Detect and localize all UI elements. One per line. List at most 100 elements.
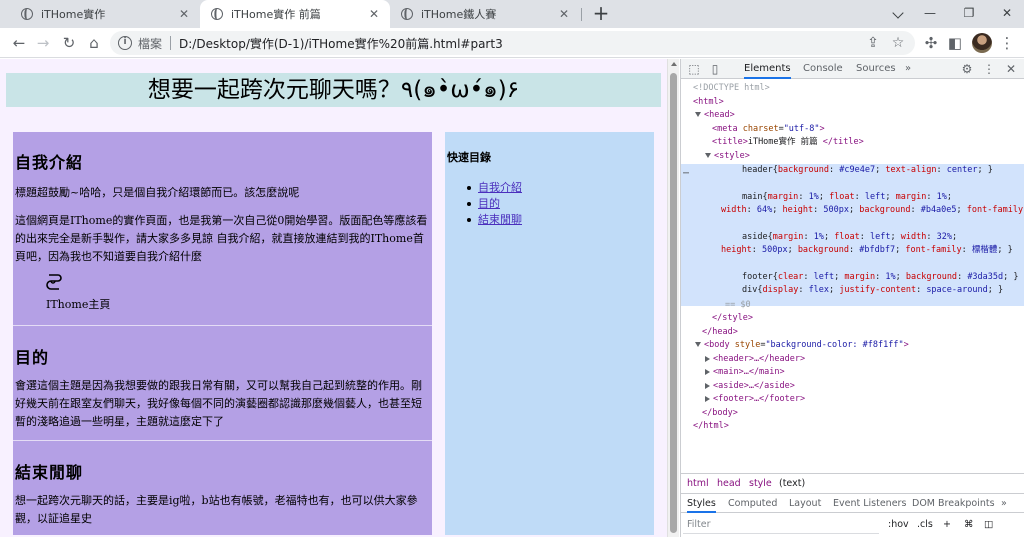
browser-tab-1[interactable]: iTHome實作 ✕ (10, 0, 200, 28)
css-rule-header[interactable]: header{background: #c9e4e7; text-align: … (742, 164, 993, 178)
page-scrollbar[interactable] (667, 59, 679, 537)
html-line[interactable]: <html> (693, 96, 724, 110)
toc-link-intro[interactable]: 自我介紹 (467, 180, 522, 196)
kebab-menu-icon[interactable]: ⋮ (981, 61, 997, 77)
sidebar-icon[interactable]: ◧ (944, 32, 966, 54)
tab-console[interactable]: Console (803, 59, 843, 79)
child-node-footer[interactable]: <footer>…</footer> (705, 393, 805, 407)
browser-tab-2[interactable]: iTHome實作 前篇 ✕ (200, 0, 390, 28)
maximize-button[interactable]: ❐ (956, 3, 982, 23)
style-close-line[interactable]: </style> (712, 312, 753, 326)
dollar-zero: == $0 (725, 300, 751, 310)
page-aside: 快速目錄 自我介紹 目的 結束閒聊 (445, 132, 654, 535)
scroll-up-icon[interactable] (671, 62, 677, 66)
avatar[interactable] (972, 33, 992, 53)
css-rule-div[interactable]: div{display: flex; justify-content: spac… (742, 284, 1003, 298)
head-close-line[interactable]: </head> (702, 326, 738, 340)
head-line[interactable]: <head> (695, 109, 735, 123)
expand-triangle-icon[interactable] (695, 112, 701, 117)
style-line[interactable]: <style> (705, 150, 750, 164)
attr-name: charset (742, 124, 779, 134)
close-tab-icon[interactable]: ✕ (557, 7, 571, 21)
body-line[interactable]: <body style="background-color: #f8f1ff"> (695, 339, 909, 353)
reload-button[interactable]: ↻ (58, 32, 80, 54)
scrollbar-thumb[interactable] (670, 73, 677, 533)
expand-triangle-icon[interactable] (695, 342, 701, 347)
close-icon[interactable]: ✕ (1003, 61, 1019, 77)
body-close-line[interactable]: </body> (702, 407, 738, 421)
device-toolbar-icon[interactable]: ▯ (707, 61, 723, 77)
breadcrumb-text[interactable]: (text) (779, 474, 805, 493)
url-text[interactable]: D:/Desktop/實作(D-1)/iTHome實作%20前篇.html#pa… (179, 35, 503, 52)
collapse-triangle-icon[interactable] (705, 368, 710, 375)
css-rule-aside[interactable]: aside{margin: 1%; float: left; width: 32… (742, 231, 957, 245)
attr-value: "background-color: #f8f1ff" (765, 340, 904, 350)
breadcrumb-html[interactable]: html (687, 474, 709, 493)
toggle-sidebar-icon[interactable]: ◫ (984, 519, 993, 530)
subtab-styles[interactable]: Styles (687, 494, 716, 513)
css-rule-main-cont[interactable]: width: 64%; height: 500px; background: #… (721, 204, 1024, 218)
meta-line[interactable]: <meta charset="utf-8"> (712, 123, 825, 137)
browser-tab-3[interactable]: iTHome鐵人賽 ✕ (390, 0, 580, 28)
tab-search-button[interactable] (885, 3, 911, 23)
menu-icon[interactable]: ⋮ (996, 32, 1018, 54)
ithome-logo-icon[interactable] (46, 273, 62, 291)
globe-icon (210, 7, 224, 21)
tab-sources[interactable]: Sources (856, 59, 896, 79)
close-window-button[interactable]: ✕ (994, 3, 1020, 23)
inspect-icon[interactable]: ⬚ (686, 61, 702, 77)
minimize-button[interactable]: — (917, 3, 943, 23)
title-line[interactable]: <title>iTHome實作 前篇 </title> (712, 136, 864, 150)
css-rule-main[interactable]: main{margin: 1%; float: left; margin: 1%… (742, 191, 952, 205)
breadcrumb-head[interactable]: head (717, 474, 741, 493)
expand-triangle-icon[interactable] (705, 153, 711, 158)
section-text: 標題超鼓勵~哈哈，只是個自我介紹環節而已。該怎麼說呢 (15, 186, 300, 199)
cls-toggle[interactable]: .cls (917, 519, 933, 530)
doctype-line[interactable]: <!DOCTYPE html> (693, 82, 770, 96)
more-subtabs-button[interactable]: » (1001, 494, 1007, 513)
breadcrumb-style[interactable]: style (749, 474, 772, 493)
css-rule-aside-cont[interactable]: height: 500px; background: #bfdbf7; font… (721, 244, 1013, 258)
child-node-header[interactable]: <header>…</header> (705, 353, 805, 367)
forward-button[interactable]: → (32, 32, 54, 54)
tag: meta (717, 124, 738, 134)
tab-title: iTHome鐵人賽 (421, 8, 497, 21)
css-rule-footer[interactable]: footer{clear: left; margin: 1%; backgrou… (742, 271, 1019, 285)
section-text: 這個網頁是IThome的實作頁面，也是我第一次自己從0開始學習。版面配色等應該看… (15, 214, 428, 263)
subtab-event-listeners[interactable]: Event Listeners (833, 494, 906, 513)
new-rule-button[interactable]: + (943, 519, 951, 530)
address-bar[interactable]: i 檔案 D:/Desktop/實作(D-1)/iTHome實作%20前篇.ht… (110, 31, 915, 55)
info-icon[interactable]: i (118, 36, 132, 50)
child-node-aside[interactable]: <aside>…</aside> (705, 380, 795, 394)
filter-input[interactable] (683, 517, 879, 534)
subtab-computed[interactable]: Computed (728, 494, 777, 513)
gear-icon[interactable]: ⚙ (959, 61, 975, 77)
new-tab-button[interactable]: + (590, 3, 612, 25)
back-button[interactable]: ← (8, 32, 30, 54)
star-icon[interactable]: ☆ (887, 31, 909, 55)
node-actions-icon[interactable]: ⋯ (683, 167, 689, 181)
collapse-triangle-icon[interactable] (705, 382, 710, 389)
home-button[interactable]: ⌂ (83, 32, 105, 54)
child-node-main[interactable]: <main>…</main> (705, 366, 785, 380)
share-icon[interactable]: ⇪ (862, 31, 884, 55)
html-close-line[interactable]: </html> (693, 420, 729, 434)
collapse-triangle-icon[interactable] (705, 355, 710, 362)
page-header: 想要一起跨次元聊天嗎？٩(๑•̀ω•́๑)۶ (6, 73, 661, 107)
toc-link-closing[interactable]: 結束閒聊 (467, 212, 522, 228)
section-purpose: 目的 會選這個主題是因為我想要做的跟我日常有關，又可以幫我自己起到統整的作用。剛… (13, 326, 432, 441)
subtab-layout[interactable]: Layout (789, 494, 821, 513)
page-main: 自我介紹 標題超鼓勵~哈哈，只是個自我介紹環節而已。該怎麼說呢 這個網頁是ITh… (13, 132, 432, 535)
styles-tabbar: Styles Computed Layout Event Listeners D… (681, 493, 1024, 513)
hov-toggle[interactable]: :hov (888, 519, 909, 530)
subtab-dom-breakpoints[interactable]: DOM Breakpoints (912, 494, 995, 513)
extensions-icon[interactable]: ✣ (920, 32, 942, 54)
tab-elements[interactable]: Elements (744, 59, 791, 79)
ithome-home-link[interactable]: IThome主頁 (46, 296, 110, 312)
close-tab-icon[interactable]: ✕ (177, 7, 191, 21)
close-tab-icon[interactable]: ✕ (367, 7, 381, 21)
more-tabs-button[interactable]: » (905, 59, 911, 79)
collapse-triangle-icon[interactable] (705, 395, 710, 402)
toc-link-purpose[interactable]: 目的 (467, 196, 522, 212)
computed-styles-icon[interactable]: ⌘ (964, 519, 974, 530)
